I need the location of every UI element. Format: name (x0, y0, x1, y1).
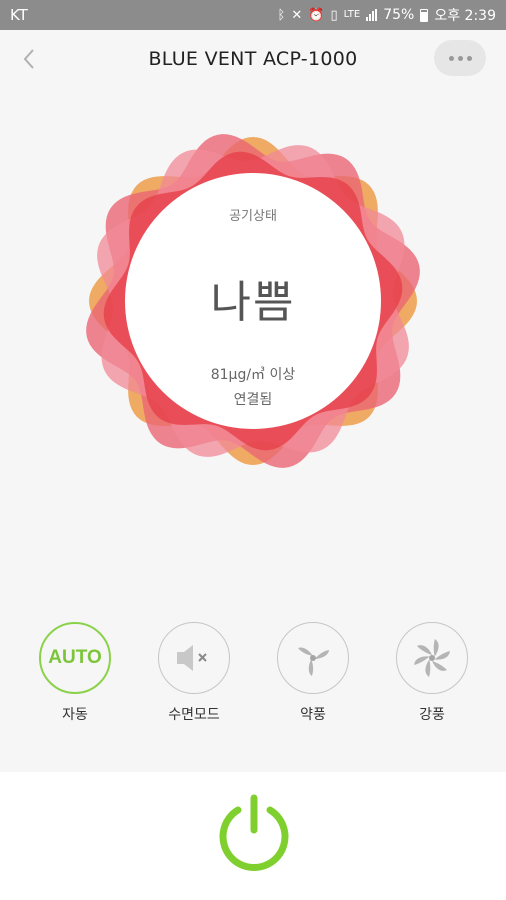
clock: 오후 2:39 (434, 8, 496, 24)
more-dot-icon (457, 55, 463, 61)
power-icon (219, 794, 289, 871)
more-dot-icon (466, 55, 472, 61)
speaker-mute-icon (177, 645, 207, 671)
status-icons: ᛒ ✕ ⏰ ▯ LTE 75% 오후 2:39 (278, 5, 496, 25)
mode-label-strong: 강풍 (419, 707, 445, 723)
page-title: BLUE VENT ACP-1000 (148, 48, 358, 70)
signal-icon (366, 9, 378, 21)
mode-auto[interactable]: AUTO 자동 (25, 622, 125, 724)
auto-mode-button[interactable]: AUTO (39, 622, 111, 694)
strong-wind-button[interactable] (396, 622, 468, 694)
carrier-label: KT (10, 6, 28, 24)
fan-weak-icon (298, 647, 330, 676)
air-status-label: 공기상태 (229, 209, 277, 224)
air-status-level: 나쁨 (210, 277, 296, 328)
bluetooth-icon: ᛒ (277, 7, 286, 23)
battery-icon (420, 8, 429, 22)
air-status-circle: 공기상태 나쁨 81μg/㎥ 이상 연결됨 (125, 173, 381, 429)
battery-percent: 75% (383, 7, 415, 23)
mode-label-weak: 약풍 (300, 707, 326, 723)
back-button[interactable] (14, 42, 44, 76)
mute-icon: ✕ (291, 7, 303, 23)
weak-wind-button[interactable] (277, 622, 349, 694)
mode-label-sleep: 수면모드 (168, 707, 220, 723)
fan-blade (432, 661, 447, 671)
more-options-button[interactable] (434, 40, 486, 76)
mode-sleep[interactable]: 수면모드 (144, 622, 244, 724)
mode-selector: AUTO 자동 수면모드 약풍 강풍 (0, 622, 506, 732)
alarm-icon: ⏰ (308, 7, 325, 23)
air-status-range: 81μg/㎥ 이상 (210, 367, 296, 383)
fan-blade (417, 645, 432, 655)
fan-strong-icon (414, 639, 450, 677)
mode-label-auto: 자동 (62, 707, 88, 723)
chevron-left-icon (23, 49, 34, 69)
mode-strong[interactable]: 강풍 (382, 622, 482, 724)
vibrate-icon: ▯ (330, 7, 338, 23)
connection-status: 연결됨 (233, 392, 273, 408)
bottom-bar (0, 772, 506, 900)
power-button[interactable] (215, 794, 293, 874)
mode-weak[interactable]: 약풍 (263, 622, 363, 724)
lte-icon: LTE (343, 9, 361, 20)
more-dot-icon (448, 55, 454, 61)
sleep-mode-button[interactable] (158, 622, 230, 694)
air-quality-indicator: 공기상태 나쁨 81μg/㎥ 이상 연결됨 (83, 131, 423, 471)
app-header: BLUE VENT ACP-1000 (0, 30, 506, 88)
status-bar: KT ᛒ ✕ ⏰ ▯ LTE 75% 오후 2:39 (0, 0, 506, 30)
auto-icon-text: AUTO (48, 647, 102, 668)
